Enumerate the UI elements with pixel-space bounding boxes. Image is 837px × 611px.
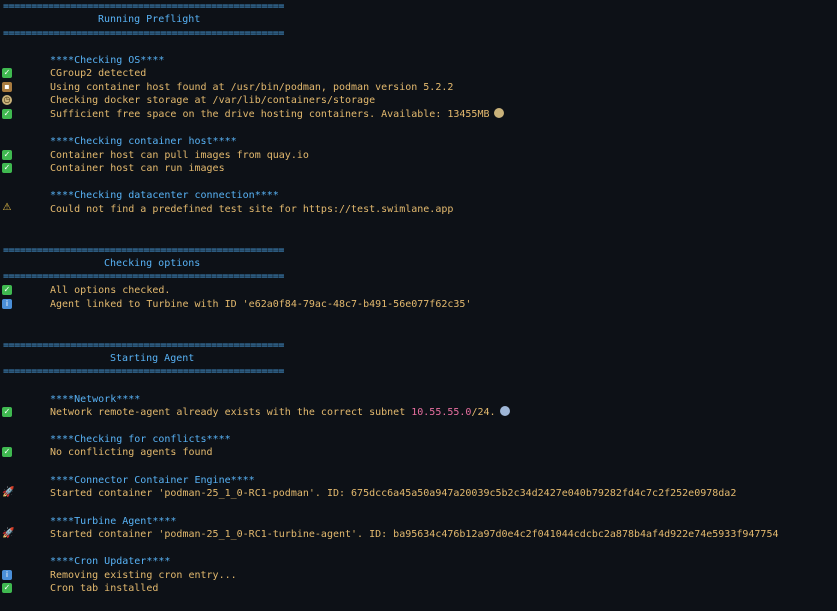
section-header-turbine: ****Turbine Agent**** — [50, 516, 177, 527]
log-line: Container host can run images — [50, 163, 225, 174]
section-header-cron: ****Cron Updater**** — [50, 556, 171, 567]
log-line: Checking docker storage at /var/lib/cont… — [50, 95, 376, 106]
section-header-datacenter: ****Checking datacenter connection**** — [50, 190, 279, 201]
rocket-icon: 🚀 — [2, 487, 15, 498]
section-header-connector: ****Connector Container Engine**** — [50, 475, 255, 486]
section-header-container-host: ****Checking container host**** — [50, 136, 237, 147]
info-icon: i — [2, 570, 12, 580]
log-line: Removing existing cron entry... — [50, 570, 237, 581]
separator-line: ========================================… — [3, 1, 285, 12]
log-line: Started container 'podman-25_1_0-RC1-tur… — [50, 529, 779, 540]
check-icon: ✓ — [2, 447, 12, 457]
check-icon: ✓ — [2, 285, 12, 295]
preflight-title: Running Preflight — [98, 14, 201, 25]
check-icon: ✓ — [2, 68, 12, 78]
subnet-ip: 10.55.55.0 — [411, 407, 472, 418]
separator-line: ========================================… — [3, 245, 285, 256]
clock-icon: ◷ — [2, 95, 12, 105]
separator-line: ========================================… — [3, 340, 285, 351]
check-icon: ✓ — [2, 109, 12, 119]
log-line: Container host can pull images from quay… — [50, 150, 309, 161]
log-line: Agent linked to Turbine with ID 'e62a0f8… — [50, 299, 472, 310]
log-line: Cron tab installed — [50, 583, 159, 594]
check-icon: ✓ — [2, 583, 12, 593]
subnet-suffix: /24. — [471, 407, 496, 418]
check-icon: ✓ — [2, 407, 12, 417]
network-text: Network remote-agent already exists with… — [50, 407, 412, 418]
check-icon: ✓ — [2, 150, 12, 160]
clock-icon — [493, 108, 504, 118]
options-title: Checking options — [104, 258, 201, 269]
package-icon: ▪ — [2, 82, 12, 92]
log-line: Network remote-agent already exists with… — [50, 406, 510, 420]
log-line: All options checked. — [50, 285, 171, 296]
log-line: No conflicting agents found — [50, 447, 213, 458]
separator-line: ========================================… — [3, 28, 285, 39]
section-header-os: ****Checking OS**** — [50, 55, 165, 66]
log-line: Using container host found at /usr/bin/p… — [50, 82, 454, 93]
globe-icon — [499, 406, 510, 416]
separator-line: ========================================… — [3, 366, 285, 377]
log-line-text: Sufficient free space on the drive hosti… — [50, 109, 490, 120]
separator-line: ========================================… — [3, 271, 285, 282]
info-icon: i — [2, 299, 12, 309]
check-icon: ✓ — [2, 163, 12, 173]
log-line: Sufficient free space on the drive hosti… — [50, 108, 504, 122]
warning-icon: ⚠ — [2, 202, 12, 213]
terminal-output[interactable]: ========================================… — [0, 0, 837, 611]
log-line: Started container 'podman-25_1_0-RC1-pod… — [50, 488, 737, 499]
agent-title: Starting Agent — [110, 353, 195, 364]
section-header-network: ****Network**** — [50, 394, 141, 405]
rocket-icon: 🚀 — [2, 528, 15, 539]
section-header-conflicts: ****Checking for conflicts**** — [50, 434, 231, 445]
log-line: Could not find a predefined test site fo… — [50, 204, 454, 215]
log-line: CGroup2 detected — [50, 68, 147, 79]
